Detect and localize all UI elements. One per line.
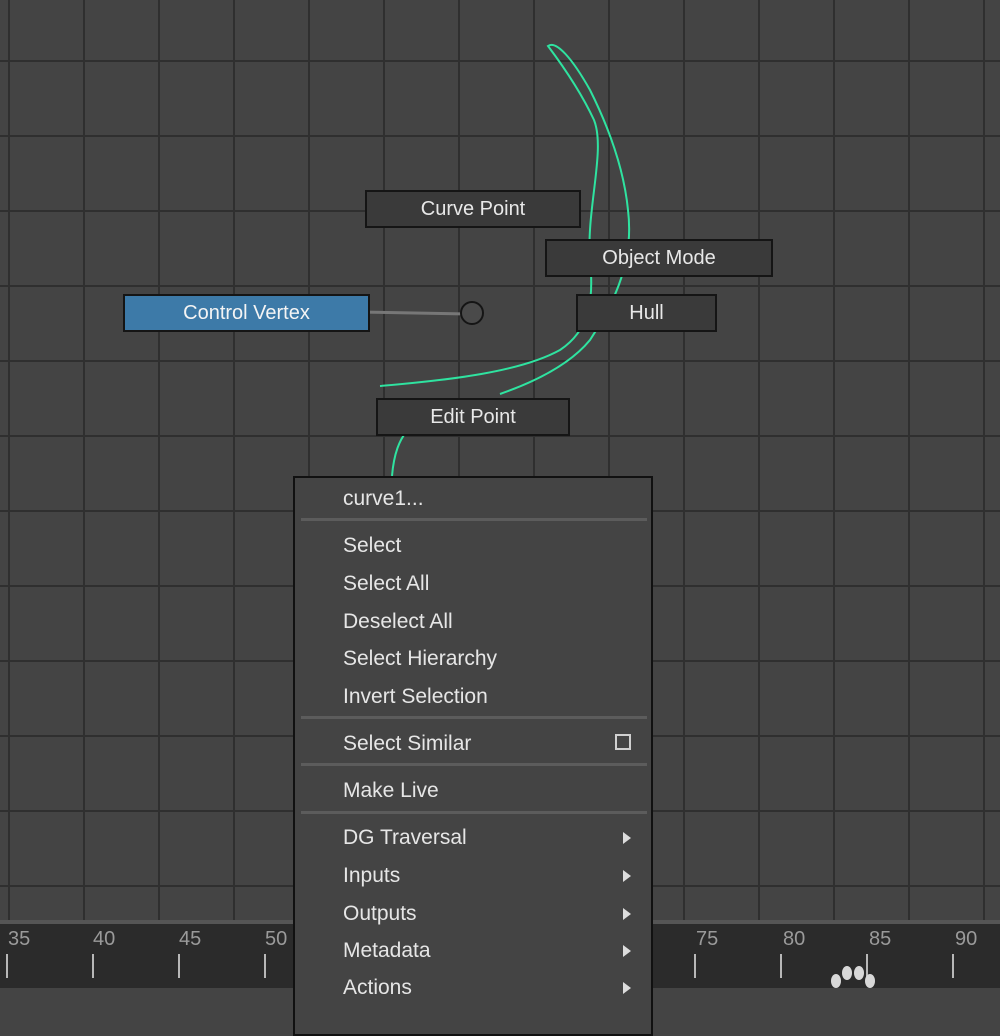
- context-menu[interactable]: curve1... Select Select All Deselect All…: [293, 476, 653, 1036]
- tick-mark: [92, 954, 94, 978]
- tick-label: 50: [265, 928, 288, 950]
- marking-item-label: Curve Point: [420, 197, 526, 220]
- tick-label: 80: [783, 928, 806, 950]
- menu-item-dg-traversal[interactable]: DG Traversal: [343, 823, 641, 853]
- menu-title: curve1...: [343, 484, 641, 514]
- menu-item-label: Deselect All: [343, 610, 453, 633]
- menu-item-label: Select Similar: [343, 732, 472, 755]
- paw-icon: [831, 966, 875, 988]
- menu-item-metadata[interactable]: Metadata: [343, 936, 641, 966]
- triangle-right-icon: [623, 870, 631, 882]
- menu-separator: [301, 763, 647, 766]
- menu-item-invert-selection[interactable]: Invert Selection: [343, 682, 641, 712]
- triangle-right-icon: [623, 982, 631, 994]
- menu-item-make-live[interactable]: Make Live: [343, 776, 641, 806]
- menu-item-label: Make Live: [343, 779, 439, 802]
- menu-item-inputs[interactable]: Inputs: [343, 861, 641, 891]
- menu-item-label: Outputs: [343, 902, 417, 925]
- tick-mark: [264, 954, 266, 978]
- menu-item-select-hierarchy[interactable]: Select Hierarchy: [343, 644, 641, 674]
- marking-item-control-vertex[interactable]: Control Vertex: [123, 294, 370, 332]
- menu-title-label: curve1...: [343, 487, 424, 510]
- menu-item-select-all[interactable]: Select All: [343, 569, 641, 599]
- marking-item-hull[interactable]: Hull: [576, 294, 717, 332]
- marking-menu-center: [460, 301, 484, 325]
- tick-mark: [6, 954, 8, 978]
- marking-item-curve-point[interactable]: Curve Point: [365, 190, 581, 228]
- tick-label: 85: [869, 928, 892, 950]
- menu-item-select[interactable]: Select: [343, 531, 641, 561]
- marking-item-label: Object Mode: [602, 246, 716, 269]
- menu-item-label: Select: [343, 534, 402, 557]
- tick-label: 35: [8, 928, 31, 950]
- marking-item-label: Hull: [629, 301, 664, 324]
- menu-separator: [301, 811, 647, 814]
- marking-item-label: Control Vertex: [183, 301, 310, 324]
- triangle-right-icon: [623, 908, 631, 920]
- marking-item-edit-point[interactable]: Edit Point: [376, 398, 570, 436]
- tick-label: 40: [93, 928, 116, 950]
- tick-mark: [952, 954, 954, 978]
- menu-item-label: Metadata: [343, 939, 431, 962]
- tick-label: 90: [955, 928, 978, 950]
- option-box-icon[interactable]: [615, 734, 631, 750]
- menu-item-label: DG Traversal: [343, 826, 467, 849]
- menu-item-label: Invert Selection: [343, 685, 488, 708]
- marking-item-label: Edit Point: [430, 405, 516, 428]
- menu-item-label: Inputs: [343, 864, 401, 887]
- menu-item-outputs[interactable]: Outputs: [343, 899, 641, 929]
- menu-separator: [301, 518, 647, 521]
- tick-label: 75: [696, 928, 719, 950]
- tick-mark: [178, 954, 180, 978]
- tick-label: 45: [179, 928, 202, 950]
- menu-separator: [301, 716, 647, 719]
- triangle-right-icon: [623, 945, 631, 957]
- marking-item-object-mode[interactable]: Object Mode: [545, 239, 773, 277]
- triangle-right-icon: [623, 832, 631, 844]
- menu-item-select-similar[interactable]: Select Similar: [343, 729, 641, 759]
- menu-item-actions[interactable]: Actions: [343, 973, 641, 1003]
- menu-item-label: Select All: [343, 572, 430, 595]
- menu-item-deselect-all[interactable]: Deselect All: [343, 607, 641, 637]
- marking-menu-pointer-line: [357, 310, 469, 316]
- tick-mark: [694, 954, 696, 978]
- tick-mark: [780, 954, 782, 978]
- menu-item-label: Select Hierarchy: [343, 647, 498, 670]
